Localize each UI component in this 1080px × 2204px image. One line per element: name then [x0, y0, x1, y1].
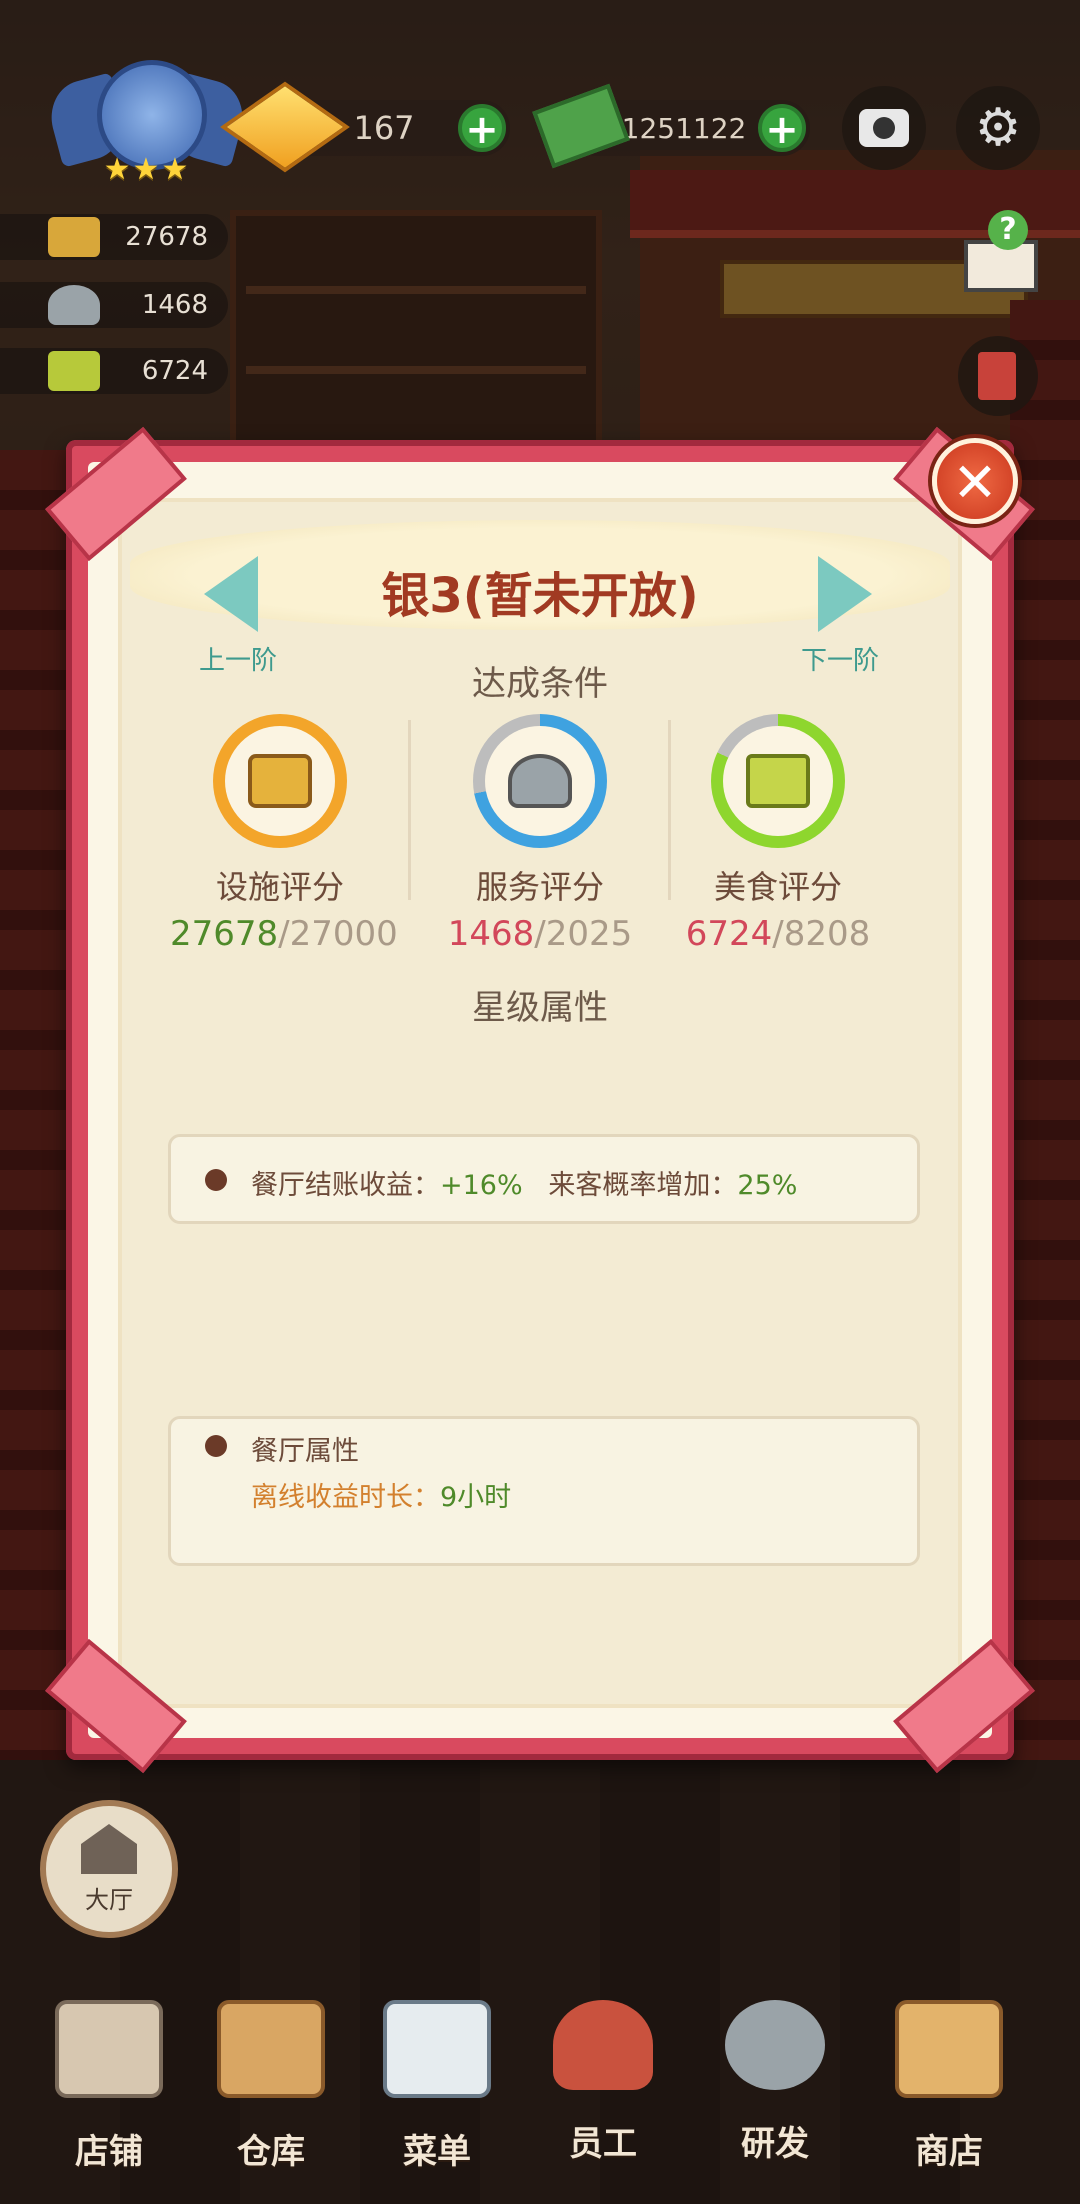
star-attributes-heading: 星级属性	[472, 988, 608, 1028]
facility-stat: 27678	[0, 214, 228, 260]
serving-tray-icon	[48, 285, 100, 325]
offline-earnings-text: 离线收益时长：9小时	[251, 1482, 512, 1513]
add-cash-button[interactable]: +	[758, 104, 806, 152]
hall-button[interactable]: 大厅	[40, 1800, 178, 1938]
food-stat: 6724	[0, 348, 228, 394]
bullet-icon	[205, 1169, 227, 1191]
service-score-label: 服务评分	[475, 868, 604, 906]
bonus-attributes-box: 餐厅结账收益：+16% 来客概率增加：25%	[168, 1134, 920, 1224]
hall-label: 大厅	[85, 1886, 133, 1914]
camera-icon	[859, 109, 909, 147]
wok-icon	[725, 2000, 825, 2090]
cash-icon	[532, 82, 630, 169]
facility-progress-ring	[213, 714, 347, 848]
prev-tier-button[interactable]	[204, 556, 274, 632]
arrow-right-icon	[818, 556, 872, 632]
facility-score-label: 设施评分	[215, 868, 344, 906]
nav-shop[interactable]: 商店	[874, 1990, 1024, 2172]
food-current: 6724	[685, 914, 773, 954]
service-required: 2025	[545, 914, 633, 954]
nav-menu[interactable]: 菜单	[362, 1990, 512, 2172]
bottom-nav: 店铺 仓库 菜单 员工 研发 商店	[0, 1990, 1080, 2204]
service-current: 1468	[447, 914, 535, 954]
offline-duration-value: 9小时	[440, 1482, 512, 1513]
nav-research[interactable]: 研发	[700, 1990, 850, 2170]
serving-tray-icon	[508, 754, 572, 808]
gear-icon: ⚙	[974, 98, 1022, 158]
gem-icon	[220, 81, 350, 173]
cookbook-icon	[746, 754, 810, 808]
facility-score-values: 27678/27000	[170, 914, 398, 954]
storefront-icon	[55, 2000, 163, 2098]
conditions-heading: 达成条件	[472, 664, 608, 704]
arrow-left-icon	[204, 556, 258, 632]
facility-stat-value: 27678	[125, 222, 208, 252]
close-button[interactable]: ✕	[932, 438, 1018, 524]
facility-icon	[248, 754, 312, 808]
nav-store[interactable]: 店铺	[34, 1990, 184, 2172]
cash-counter: 1251122 +	[532, 83, 810, 169]
guest-bonus-value: 25%	[737, 1170, 798, 1201]
guide-button[interactable]: ?	[958, 210, 1038, 292]
clipboard-icon	[383, 2000, 491, 2098]
gem-counter: 167 +	[220, 81, 510, 173]
add-gems-button[interactable]: +	[458, 104, 506, 152]
checkout-bonus-value: +16%	[440, 1170, 523, 1201]
service-stat: 1468	[0, 282, 228, 328]
restaurant-rank-emblem[interactable]: ★★★	[42, 60, 252, 190]
rank-title: 银3(暂未开放)	[381, 568, 699, 624]
camera-button[interactable]	[842, 86, 926, 170]
facility-score: 设施评分 27678/27000	[170, 714, 398, 954]
cookbook-icon	[48, 351, 100, 391]
shop-icon	[895, 2000, 1003, 2098]
rank-stars: ★★★	[103, 152, 191, 187]
score-divider	[408, 720, 411, 900]
food-score-label: 美食评分	[713, 868, 842, 906]
restaurant-attributes-heading: 餐厅属性	[251, 1436, 359, 1467]
boxes-icon	[217, 2000, 325, 2098]
house-icon	[81, 1824, 137, 1874]
facility-required: 27000	[289, 914, 398, 954]
next-tier-button[interactable]	[808, 556, 878, 632]
food-progress-ring	[711, 714, 845, 848]
bonus-attributes-text: 餐厅结账收益：+16% 来客概率增加：25%	[251, 1170, 798, 1201]
service-progress-ring	[473, 714, 607, 848]
bullet-icon	[205, 1435, 227, 1457]
settings-button[interactable]: ⚙	[956, 86, 1040, 170]
nav-warehouse[interactable]: 仓库	[196, 1990, 346, 2172]
restaurant-attributes-box: 餐厅属性 离线收益时长：9小时	[168, 1416, 920, 1566]
facility-current: 27678	[170, 914, 279, 954]
recipe-book-button[interactable]	[958, 336, 1038, 416]
service-stat-value: 1468	[141, 290, 208, 320]
staff-icon	[553, 2000, 653, 2090]
question-icon: ?	[988, 210, 1028, 250]
service-score-values: 1468/2025	[447, 914, 633, 954]
food-required: 8208	[783, 914, 871, 954]
food-stat-value: 6724	[141, 356, 208, 386]
nav-staff[interactable]: 员工	[528, 1990, 678, 2170]
food-score-values: 6724/8208	[685, 914, 871, 954]
food-score: 美食评分 6724/8208	[668, 714, 888, 954]
facility-icon	[48, 217, 100, 257]
service-score: 服务评分 1468/2025	[430, 714, 650, 954]
